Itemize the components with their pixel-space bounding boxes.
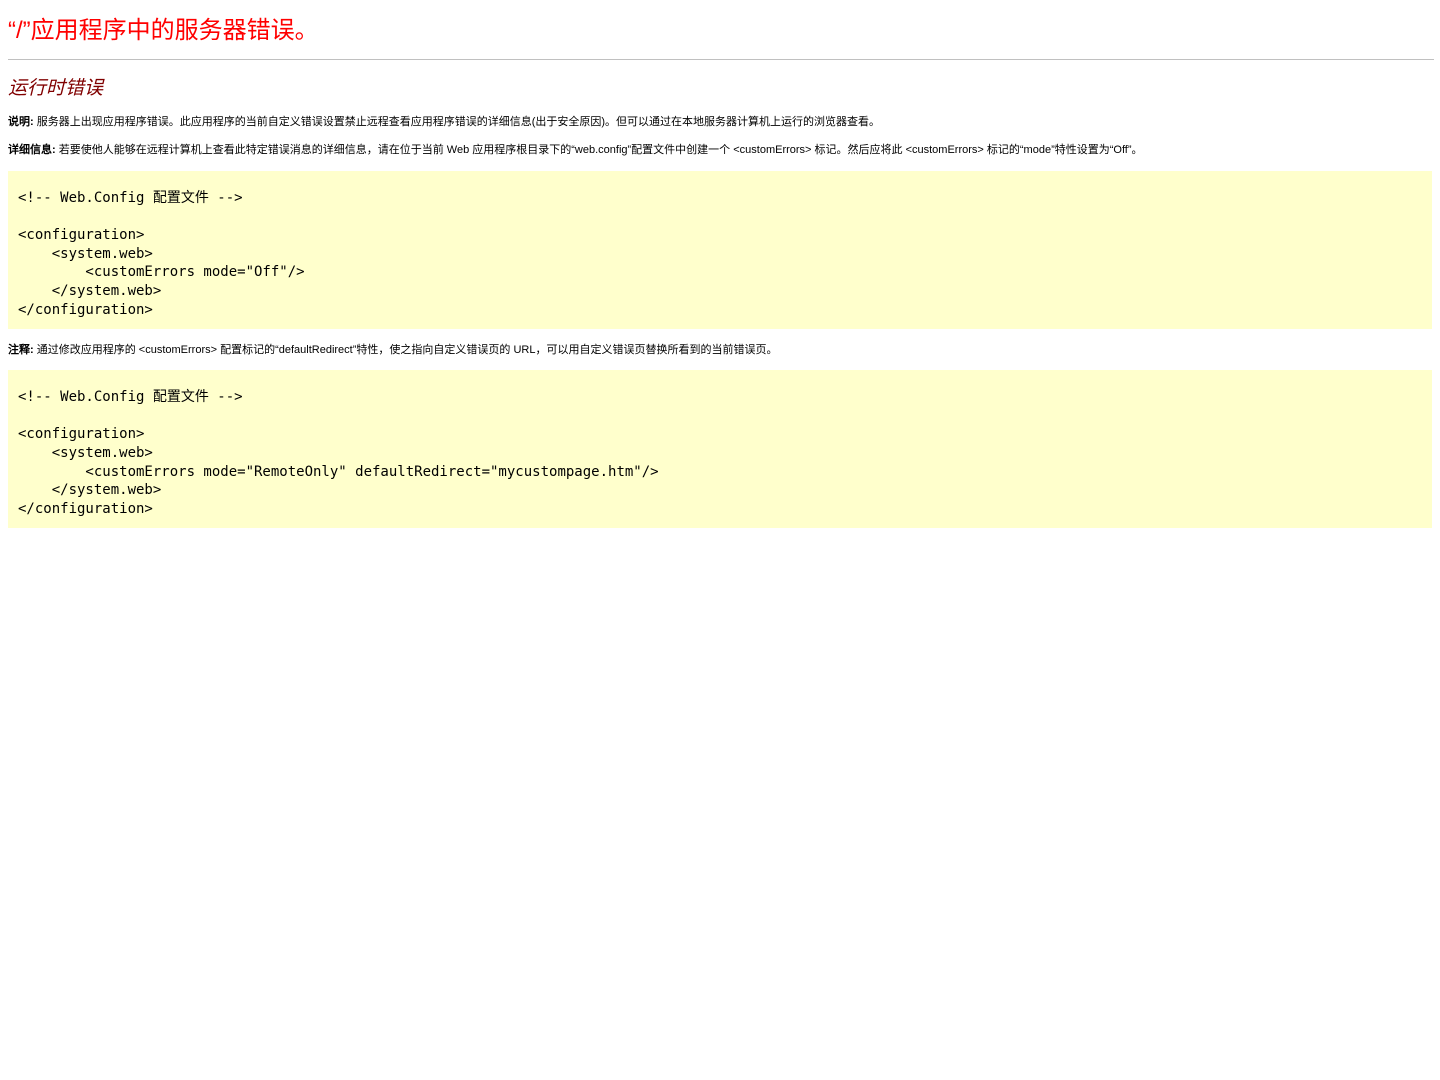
description-paragraph: 说明: 服务器上出现应用程序错误。此应用程序的当前自定义错误设置禁止远程查看应用… — [8, 102, 1432, 129]
config-code-off: <!-- Web.Config 配置文件 --> <configuration>… — [18, 190, 305, 318]
error-subtitle: 运行时错误 — [8, 78, 104, 99]
notes-label: 注释: — [8, 344, 34, 357]
details-label: 详细信息: — [8, 144, 56, 156]
error-page: “/”应用程序中的服务器错误。 运行时错误 说明: 服务器上出现应用程序错误。此… — [0, 0, 1440, 529]
description-label: 说明: — [8, 116, 34, 128]
notes-text: 通过修改应用程序的 <customErrors> 配置标记的“defaultRe… — [33, 344, 778, 357]
page-title: “/”应用程序中的服务器错误。 — [8, 17, 319, 44]
config-code-block-remote: <!-- Web.Config 配置文件 --> <configuration>… — [8, 370, 1432, 529]
details-paragraph: 详细信息: 若要使他人能够在远程计算机上查看此特定错误消息的详细信息，请在位于当… — [8, 129, 1432, 157]
details-text: 若要使他人能够在远程计算机上查看此特定错误消息的详细信息，请在位于当前 Web … — [55, 144, 1143, 156]
config-code-block-off: <!-- Web.Config 配置文件 --> <configuration>… — [8, 171, 1432, 330]
notes-paragraph: 注释: 通过修改应用程序的 <customErrors> 配置标记的“defau… — [8, 329, 1432, 357]
description-text: 服务器上出现应用程序错误。此应用程序的当前自定义错误设置禁止远程查看应用程序错误… — [33, 116, 881, 128]
config-code-remote: <!-- Web.Config 配置文件 --> <configuration>… — [18, 389, 659, 517]
